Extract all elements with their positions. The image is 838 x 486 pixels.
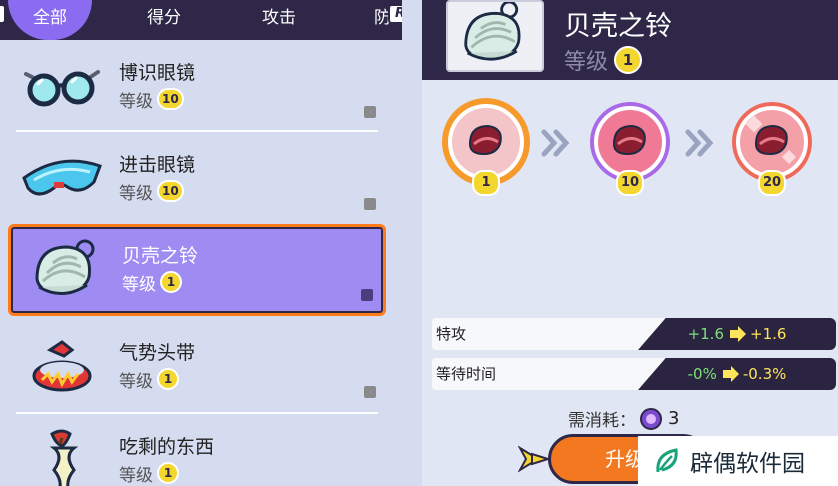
category-tabs: 全部 得分 攻击 防 R	[0, 0, 402, 40]
corner-marker	[364, 198, 376, 210]
stage-1: 1	[438, 96, 534, 196]
stat-value: +1.6 +1.6	[638, 318, 836, 350]
item-level: 等级 10	[119, 180, 184, 204]
list-item-leftovers[interactable]: 吃剩的东西 等级 1	[8, 418, 386, 486]
level-badge: 1	[160, 271, 182, 293]
list-item-shell-bell[interactable]: 贝壳之铃 等级 1	[8, 224, 386, 316]
r-shoulder-button[interactable]: R	[388, 4, 402, 24]
detail-level: 等级 1	[564, 44, 643, 76]
tab-attack[interactable]: 攻击	[255, 0, 303, 40]
item-name: 贝壳之铃	[122, 245, 199, 267]
divider	[16, 412, 378, 414]
stage-level-badge: 20	[757, 170, 787, 196]
stat-row-sp-attack: 特攻 +1.6 +1.6	[432, 318, 836, 350]
level-label: 等级	[119, 91, 153, 112]
stat-value: -0% -0.3%	[638, 358, 836, 390]
level-label: 等级	[119, 465, 153, 486]
leaf-logo-icon	[656, 448, 678, 473]
sport-goggles-icon	[22, 159, 102, 196]
stat-to: -0.3%	[742, 365, 787, 383]
cost-value: 3	[668, 408, 680, 429]
corner-marker	[361, 289, 373, 301]
arrow-right-icon	[730, 326, 746, 342]
headband-icon	[32, 340, 92, 392]
glasses-icon	[24, 70, 100, 107]
stage-20: 20	[724, 96, 820, 196]
arrow-right-icon	[722, 366, 739, 382]
upgrade-cost: 需消耗： 3	[568, 406, 679, 431]
item-level: 等级 10	[119, 88, 184, 112]
item-level: 等级 1	[119, 462, 179, 486]
apple-core-icon	[49, 429, 79, 486]
level-badge: 1	[157, 462, 179, 484]
detail-thumb	[446, 0, 544, 72]
level-badge: 10	[157, 180, 184, 202]
l-shoulder-button	[0, 4, 6, 24]
stat-label: 特攻	[432, 318, 668, 350]
item-list-panel: 全部 得分 攻击 防 R 博识眼镜 等级 10 进击眼镜 等级	[0, 0, 402, 486]
detail-item-name: 贝壳之铃	[564, 11, 672, 42]
level-badge: 1	[157, 368, 179, 390]
shell-bell-icon	[35, 239, 95, 295]
item-name: 气势头带	[119, 342, 196, 364]
item-level: 等级 1	[122, 271, 182, 295]
divider	[16, 130, 378, 132]
tab-all[interactable]: 全部	[8, 0, 92, 40]
stat-row-cooldown: 等待时间 -0% -0.3%	[432, 358, 836, 390]
corner-marker	[364, 386, 376, 398]
shell-bell-icon	[464, 0, 521, 61]
level-badge: 1	[614, 46, 643, 74]
list-item-attack-goggles[interactable]: 进击眼镜 等级 10	[8, 136, 386, 222]
level-label: 等级	[564, 50, 609, 75]
level-label: 等级	[119, 183, 153, 204]
level-badge: 10	[157, 88, 184, 110]
stat-from: +1.6	[687, 325, 724, 343]
item-level: 等级 1	[119, 368, 179, 392]
cost-label: 需消耗：	[568, 411, 636, 431]
item-enhancer-icon	[640, 407, 662, 430]
level-label: 等级	[119, 371, 153, 392]
stage-10: 10	[582, 96, 678, 196]
chevron-right-icon	[541, 129, 570, 157]
stage-level-badge: 10	[615, 170, 645, 196]
stat-label: 等待时间	[432, 358, 668, 390]
item-name: 吃剩的东西	[119, 436, 215, 458]
stat-to: +1.6	[750, 325, 787, 343]
stage-level-badge: 1	[472, 170, 500, 196]
item-detail-panel: 贝壳之铃 等级 1 1 10 20 特攻 +1.6 +1.6 等待时间 -0% …	[422, 0, 838, 486]
watermark-text: 辟偶软件园	[690, 451, 805, 477]
watermark: 辟偶软件园	[638, 436, 838, 486]
corner-marker	[364, 106, 376, 118]
item-name: 进击眼镜	[119, 154, 196, 176]
level-label: 等级	[122, 274, 156, 295]
detail-header: 贝壳之铃 等级 1	[422, 0, 838, 80]
item-name: 博识眼镜	[119, 62, 196, 84]
chevron-right-icon	[685, 129, 714, 157]
list-item-wise-glasses[interactable]: 博识眼镜 等级 10	[8, 44, 386, 130]
tab-score[interactable]: 得分	[140, 0, 188, 40]
list-item-focus-band[interactable]: 气势头带 等级 1	[8, 324, 386, 410]
stat-from: -0%	[687, 365, 717, 383]
